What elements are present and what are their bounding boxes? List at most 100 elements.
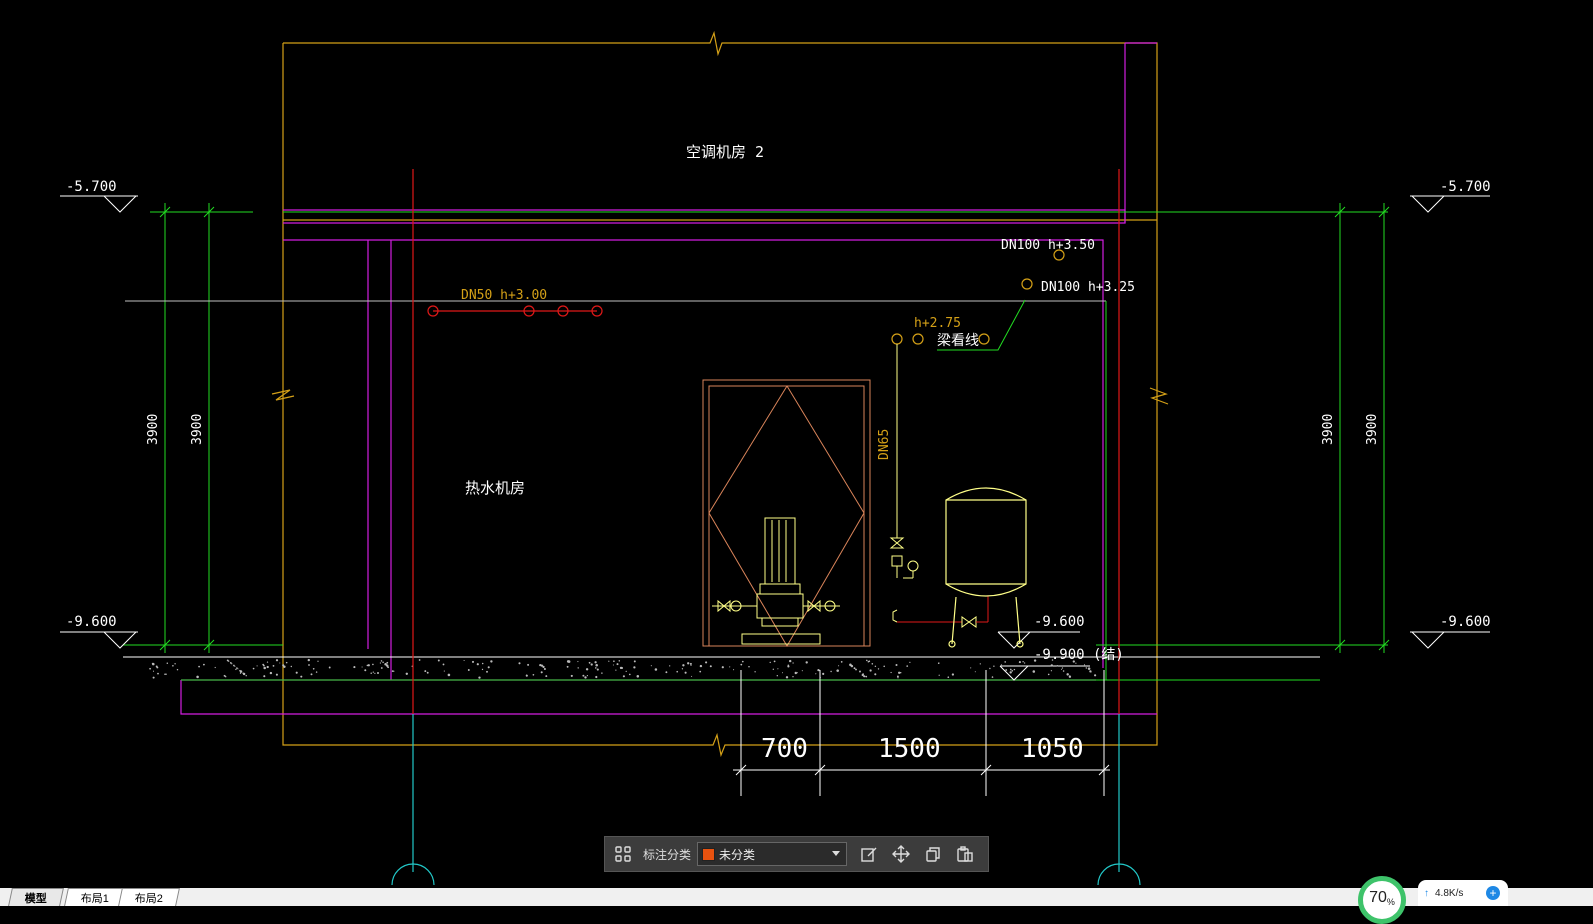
hatch-dot (781, 672, 784, 674)
hatch-dot (234, 665, 236, 667)
hatch-dot (570, 674, 573, 677)
tab-model[interactable]: 模型 (8, 888, 64, 906)
hatch-dot (733, 669, 735, 671)
tab-layout1[interactable]: 布局1 (64, 888, 127, 906)
hatch-dot (279, 662, 281, 664)
category-label: 标注分类 (643, 847, 692, 862)
hatch-dot (608, 660, 610, 662)
tab-layout2[interactable]: 布局2 (118, 888, 181, 906)
hatch-dot (385, 664, 389, 667)
grid-icon[interactable] (611, 842, 635, 866)
hatch-dot (1062, 670, 1065, 672)
category-select[interactable]: 未分类 (697, 842, 848, 866)
hatch-dot (684, 671, 687, 674)
hatch-dot (1094, 674, 1097, 677)
hatch-dot (235, 668, 237, 671)
dim-right-1: 3900 (1321, 414, 1336, 445)
hatch-dot (353, 666, 356, 669)
hatch-dot (853, 667, 856, 670)
hatch-dot (172, 665, 174, 667)
hatch-dot (310, 673, 313, 676)
hatch-dot (595, 664, 598, 667)
plus-icon[interactable]: + (1486, 886, 1500, 900)
hatch-dot (633, 666, 636, 669)
hatch-dot (612, 664, 614, 666)
hatch-dot (991, 676, 994, 678)
hatch-dot (654, 668, 658, 671)
hatch-dot (272, 665, 275, 667)
paste-icon[interactable] (953, 842, 977, 866)
hatch-dot (681, 668, 684, 670)
hatch-dot (577, 661, 579, 663)
hatch-dot (822, 672, 825, 675)
hatch-dot (625, 670, 627, 673)
tab-layout2-label: 布局2 (135, 892, 164, 905)
hatch-dot (379, 662, 382, 664)
hatch-dot (478, 676, 481, 679)
hatch-dot (830, 670, 832, 673)
hatch-dot (788, 659, 792, 663)
tab-model-label: 模型 (24, 892, 47, 905)
hatch-dot (263, 664, 265, 667)
cad-drawing-canvas[interactable]: 空调机房 2 热水机房 -5.700 -5.700 -9.600 -9.600 … (0, 0, 1593, 906)
hatch-dot (689, 662, 692, 665)
hatch-dot (633, 660, 636, 663)
hatch-dot (721, 666, 724, 669)
hatch-dot (236, 667, 238, 669)
hatch-dot (874, 673, 877, 676)
hatch-dot (938, 674, 940, 676)
hatch-dot (613, 660, 615, 662)
hatch-dot (426, 671, 429, 674)
hatch-dot (225, 676, 227, 678)
hatch-dot (542, 665, 545, 669)
copy-icon[interactable] (921, 842, 945, 866)
hatch-dot (328, 666, 331, 669)
edit-icon[interactable] (857, 842, 881, 866)
hatch-dot (776, 675, 778, 677)
hatch-dot (149, 667, 151, 670)
hatch-dot (476, 663, 479, 666)
hatch-dot (594, 661, 597, 664)
hatch-dot (869, 669, 872, 672)
level-label-left-top: -5.700 (66, 179, 117, 195)
hatch-dot (897, 677, 899, 679)
level-label-floor: -9.600 (1034, 614, 1085, 630)
move-icon[interactable] (889, 842, 913, 866)
hatch-dot (1060, 668, 1063, 670)
performance-percent: 70 (1369, 889, 1387, 906)
hatch-dot (974, 671, 976, 673)
hatch-dot (859, 670, 861, 673)
hatch-dot (801, 670, 803, 672)
performance-badge[interactable]: 70% (1358, 876, 1406, 924)
hatch-dot (1005, 669, 1008, 671)
hatch-dot (588, 661, 591, 664)
hatch-dot (566, 660, 570, 663)
hatch-dot (773, 660, 776, 663)
hatch-dot (792, 662, 794, 664)
hatch-dot (418, 659, 421, 661)
hatch-dot (527, 663, 530, 666)
hatch-dot (947, 676, 950, 679)
hatch-dot (518, 662, 521, 665)
hatch-dot (295, 671, 298, 674)
hatch-dot (1087, 667, 1091, 670)
hatch-dot (532, 673, 535, 676)
hatch-dot (906, 665, 909, 667)
hatch-dot (239, 670, 243, 673)
hatch-dot (239, 672, 242, 674)
hatch-dot (1090, 671, 1092, 673)
hatch-dot (748, 665, 750, 668)
hatch-dot (863, 675, 866, 678)
hatch-dot (245, 675, 247, 677)
hatch-dot (176, 668, 179, 671)
hatch-dot (622, 675, 625, 678)
hatch-dot (898, 671, 901, 674)
hatch-dot (1009, 668, 1012, 671)
pipe-label-dn100-b: DN100 h+3.25 (1041, 280, 1135, 295)
pipe-label-h275: h+2.75 (914, 316, 961, 331)
hatch-dot (203, 663, 205, 666)
level-markers (60, 195, 1490, 681)
hatch-dot (1018, 661, 1021, 664)
hatch-dot (285, 661, 288, 664)
hatch-dot (621, 667, 624, 669)
